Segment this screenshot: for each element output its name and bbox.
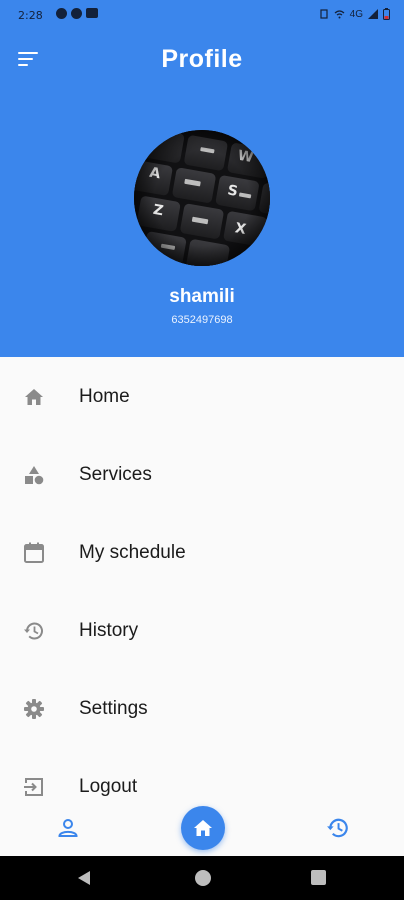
menu-item-history[interactable]: History [0, 592, 404, 670]
menu-item-label: Logout [79, 776, 138, 797]
menu-item-label: My schedule [79, 542, 186, 563]
status-time: 2:28 [18, 9, 43, 22]
status-bar: 2:28 4G [0, 0, 404, 30]
message-icon [56, 8, 67, 19]
menu-item-my-schedule[interactable]: My schedule [0, 514, 404, 592]
history-icon[interactable] [326, 816, 350, 840]
profile-header: Profile shamili 6352497698 [0, 30, 404, 357]
youtube-icon [86, 8, 98, 18]
wifi-icon [334, 10, 345, 19]
gear-icon [22, 697, 46, 721]
recent-apps-icon[interactable] [311, 870, 326, 885]
system-nav-bar [0, 856, 404, 900]
user-phone: 6352497698 [171, 314, 233, 326]
home-icon[interactable] [181, 806, 225, 850]
menu-item-services[interactable]: Services [0, 436, 404, 514]
menu-item-label: Services [79, 464, 152, 485]
vibrate-icon [320, 9, 328, 19]
menu-item-label: Home [79, 386, 130, 407]
calendar-icon [22, 541, 46, 565]
menu-item-settings[interactable]: Settings [0, 670, 404, 748]
signal-icon [368, 9, 378, 19]
system-home-icon[interactable] [195, 870, 211, 886]
person-icon[interactable] [56, 816, 80, 840]
status-indicators: 4G [319, 8, 390, 20]
menu-item-label: History [79, 620, 139, 641]
menu-item-home[interactable]: Home [0, 358, 404, 436]
network-type: 4G [349, 8, 363, 20]
battery-icon [383, 8, 390, 20]
home-icon [22, 385, 46, 409]
services-icon [22, 463, 46, 487]
menu-item-label: Settings [79, 698, 148, 719]
messenger-icon [71, 8, 82, 19]
back-icon[interactable] [77, 870, 91, 886]
avatar[interactable]: W A S Z X [134, 130, 270, 266]
user-name: shamili [169, 286, 235, 307]
logout-icon [22, 775, 46, 799]
page-title: Profile [161, 45, 243, 73]
bottom-nav [0, 806, 404, 856]
history-icon [22, 619, 46, 643]
notification-icons [56, 8, 98, 19]
